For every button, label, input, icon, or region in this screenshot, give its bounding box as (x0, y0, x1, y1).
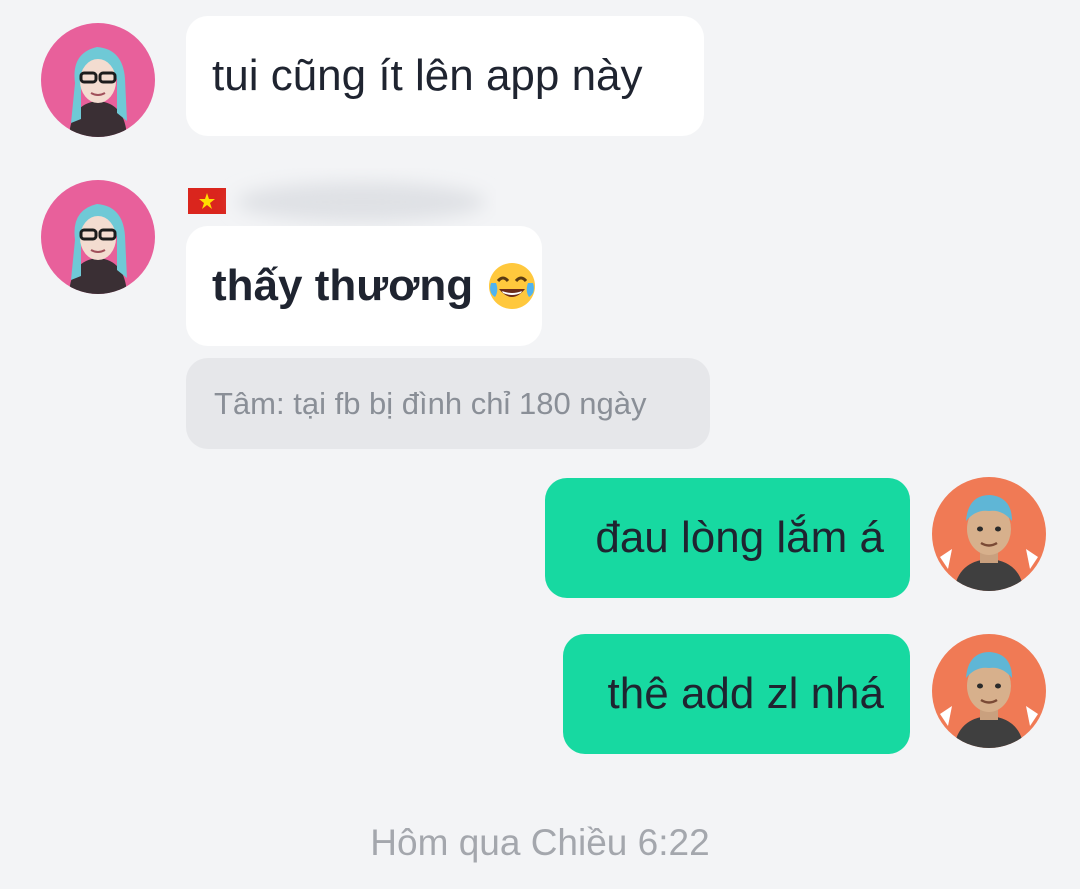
message-bubble-outgoing[interactable]: thê add zl nhá (563, 634, 910, 754)
female-cartoon-avatar-icon (41, 180, 155, 294)
self-avatar[interactable] (932, 634, 1046, 748)
message-text: thê add zl nhá (607, 669, 884, 718)
system-note: Tâm: tại fb bị đình chỉ 180 ngày (186, 358, 710, 449)
message-bubble-incoming[interactable]: thấy thương (186, 226, 542, 346)
message-text: thấy thương (212, 261, 474, 310)
sender-avatar[interactable] (41, 23, 155, 137)
face-with-tears-of-joy-icon (487, 261, 537, 311)
male-cartoon-avatar-icon (932, 634, 1046, 748)
message-text: tui cũng ít lên app này (212, 51, 643, 100)
self-avatar[interactable] (932, 477, 1046, 591)
system-note-text: Tâm: tại fb bị đình chỉ 180 ngày (214, 385, 647, 421)
message-text: đau lòng lắm á (595, 513, 884, 562)
male-cartoon-avatar-icon (932, 477, 1046, 591)
message-timestamp: Hôm qua Chiều 6:22 (370, 822, 710, 863)
female-cartoon-avatar-icon (41, 23, 155, 137)
sender-avatar[interactable] (41, 180, 155, 294)
message-bubble-incoming[interactable]: tui cũng ít lên app này (186, 16, 704, 136)
message-bubble-outgoing[interactable]: đau lòng lắm á (545, 478, 910, 598)
